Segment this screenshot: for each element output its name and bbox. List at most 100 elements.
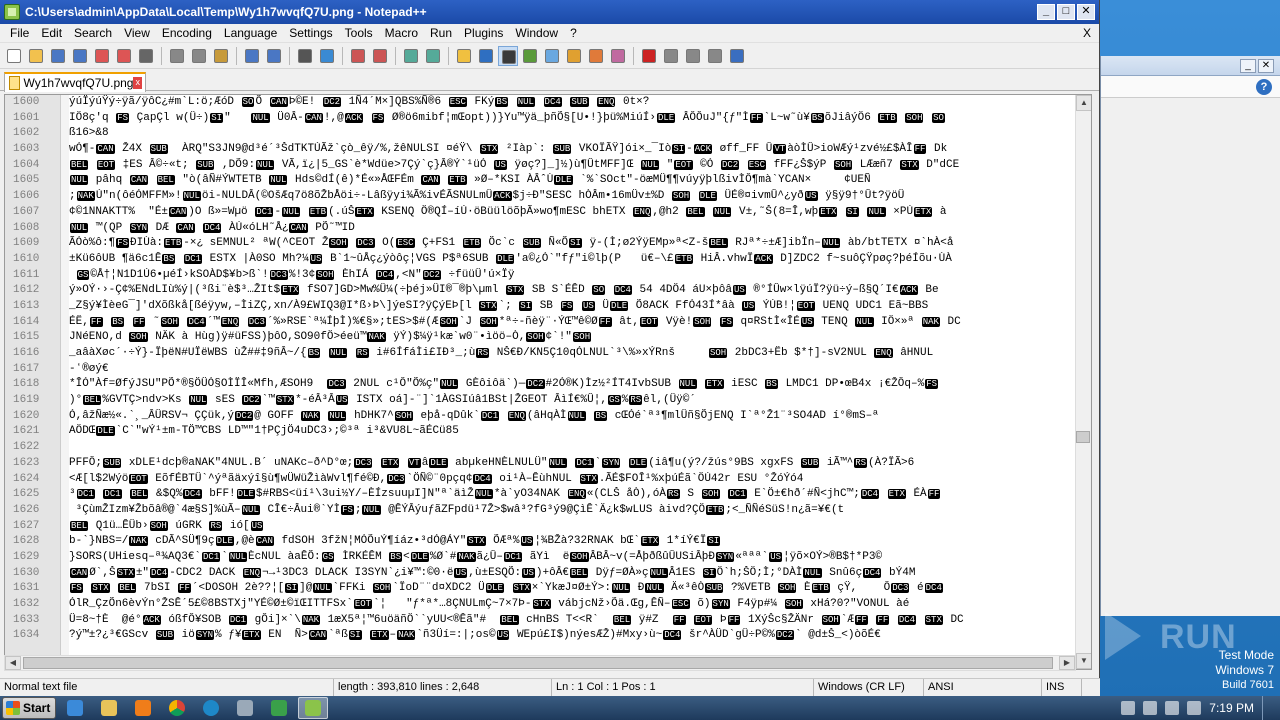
- taskbar-green-app-icon[interactable]: [264, 697, 294, 719]
- menu-run[interactable]: Run: [424, 24, 458, 43]
- play-macro-icon[interactable]: [683, 46, 703, 66]
- maximize-button[interactable]: □: [1057, 4, 1075, 20]
- taskbar-explorer-icon[interactable]: [94, 697, 124, 719]
- minimize-button[interactable]: _: [1037, 4, 1055, 20]
- cut-icon[interactable]: [167, 46, 187, 66]
- all-chars-icon[interactable]: [476, 46, 496, 66]
- notepad-plus-plus-window[interactable]: C:\Users\admin\AppData\Local\Temp\Wy1h7w…: [0, 0, 1100, 696]
- close-button[interactable]: ✕: [1077, 4, 1095, 20]
- taskbar-chrome-icon[interactable]: [162, 697, 192, 719]
- menu-file[interactable]: File: [4, 24, 35, 43]
- background-window-titlebar[interactable]: _ ✕: [1101, 56, 1280, 76]
- vertical-scroll-thumb[interactable]: [1076, 431, 1090, 443]
- function-list-icon[interactable]: [564, 46, 584, 66]
- saved-document-icon: [9, 76, 20, 90]
- close-icon[interactable]: ✕: [1258, 58, 1274, 73]
- tray-power-icon[interactable]: [1187, 701, 1202, 715]
- menu-plugins[interactable]: Plugins: [458, 24, 509, 43]
- horizontal-scroll-thumb[interactable]: [23, 657, 1053, 669]
- redo-icon[interactable]: [264, 46, 284, 66]
- monitor-icon[interactable]: [608, 46, 628, 66]
- folder-workspace-icon[interactable]: [586, 46, 606, 66]
- taskbar-ie-icon[interactable]: [60, 697, 90, 719]
- tab-document[interactable]: Wy1h7wvqfQ7U.png x: [4, 72, 146, 92]
- menu-edit[interactable]: Edit: [35, 24, 68, 43]
- sync-h-icon[interactable]: [423, 46, 443, 66]
- horizontal-scrollbar[interactable]: ◀ ▶: [4, 655, 1076, 671]
- menu-help[interactable]: ?: [564, 24, 583, 43]
- background-window[interactable]: _ ✕ ?: [1100, 56, 1280, 616]
- save-icon[interactable]: [48, 46, 68, 66]
- vertical-scrollbar[interactable]: ▲ ▼: [1075, 95, 1091, 669]
- status-encoding[interactable]: ANSI: [924, 679, 1042, 696]
- code-area[interactable]: ýúÏýúŸý÷ÿã/ÿôC¿#m`L:ö;ÆóD SO Õ CAN Þ©E! DC…: [69, 95, 1075, 669]
- tray-network-icon[interactable]: [1121, 701, 1136, 715]
- open-file-icon[interactable]: [26, 46, 46, 66]
- indent-guide-icon[interactable]: [498, 45, 518, 66]
- menu-tools[interactable]: Tools: [339, 24, 379, 43]
- tray-flag-icon[interactable]: [1165, 701, 1180, 715]
- line-number: 1614: [13, 315, 40, 328]
- scroll-down-icon[interactable]: ▼: [1076, 653, 1091, 669]
- control-char-badge: NUL: [440, 379, 459, 390]
- undo-icon[interactable]: [242, 46, 262, 66]
- control-char-badge: GS: [76, 269, 90, 280]
- close-all-icon[interactable]: [114, 46, 134, 66]
- replace-icon[interactable]: [317, 46, 337, 66]
- tray-volume-icon[interactable]: [1143, 701, 1158, 715]
- control-char-badge: NUL: [867, 206, 886, 217]
- scroll-right-icon[interactable]: ▶: [1059, 656, 1075, 670]
- control-char-badge: BEL: [70, 520, 89, 531]
- word-wrap-icon[interactable]: [454, 46, 474, 66]
- new-file-icon[interactable]: [4, 46, 24, 66]
- menu-encoding[interactable]: Encoding: [156, 24, 218, 43]
- doc-map-icon[interactable]: [542, 46, 562, 66]
- find-icon[interactable]: [295, 46, 315, 66]
- start-button[interactable]: Start: [2, 697, 56, 719]
- udl-icon[interactable]: [520, 46, 540, 66]
- status-insert-mode[interactable]: INS: [1042, 679, 1082, 696]
- taskbar-edge-icon[interactable]: [196, 697, 226, 719]
- control-char-badge: DC4: [150, 567, 169, 578]
- taskbar-notepad-plus-plus-icon[interactable]: [298, 697, 328, 719]
- menu-settings[interactable]: Settings: [283, 24, 338, 43]
- run-macro-icon[interactable]: [705, 46, 725, 66]
- paste-icon[interactable]: [211, 46, 231, 66]
- stop-macro-icon[interactable]: [661, 46, 681, 66]
- menu-macro[interactable]: Macro: [379, 24, 424, 43]
- minimize-icon[interactable]: _: [1240, 58, 1256, 73]
- help-icon[interactable]: ?: [1256, 78, 1272, 95]
- save-all-icon[interactable]: [70, 46, 90, 66]
- tab-close-button[interactable]: x: [133, 77, 142, 89]
- watermark-play-icon: [1105, 612, 1141, 660]
- record-macro-icon[interactable]: [639, 46, 659, 66]
- control-char-badge: DC1: [255, 206, 274, 217]
- control-char-badge: DLE: [236, 489, 255, 500]
- menu-language[interactable]: Language: [218, 24, 283, 43]
- taskbar-media-player-icon[interactable]: [128, 697, 158, 719]
- zoom-in-icon[interactable]: [348, 46, 368, 66]
- zoom-out-icon[interactable]: [370, 46, 390, 66]
- control-char-badge: NAK: [921, 316, 940, 327]
- text-editor[interactable]: 1600 1601 1602 1603 1604 1605 1606 1607 1608 1609…: [4, 94, 1092, 670]
- copy-icon[interactable]: [189, 46, 209, 66]
- save-macro-icon[interactable]: [727, 46, 747, 66]
- window-titlebar[interactable]: C:\Users\admin\AppData\Local\Temp\Wy1h7w…: [0, 0, 1099, 24]
- menu-search[interactable]: Search: [68, 24, 118, 43]
- taskbar-app-icon[interactable]: [230, 697, 260, 719]
- close-document-button[interactable]: X: [1083, 26, 1091, 40]
- scroll-left-icon[interactable]: ◀: [5, 656, 21, 670]
- show-desktop-button[interactable]: [1262, 696, 1272, 720]
- line-number: 1602: [13, 127, 40, 140]
- menu-view[interactable]: View: [118, 24, 156, 43]
- print-icon[interactable]: [136, 46, 156, 66]
- status-eol[interactable]: Windows (CR LF): [814, 679, 924, 696]
- taskbar-clock[interactable]: 7:19 PM: [1209, 701, 1254, 715]
- control-char-badge: FF: [913, 144, 927, 155]
- code-line: )° BEL %GVTÇ>ndv>Ks NUL sES DC2 `™ STX *-éÂ³Â…: [69, 394, 696, 407]
- sync-v-icon[interactable]: [401, 46, 421, 66]
- scroll-up-icon[interactable]: ▲: [1076, 95, 1091, 111]
- line-number: 1607: [13, 205, 40, 218]
- menu-window[interactable]: Window: [509, 24, 564, 43]
- close-icon[interactable]: [92, 46, 112, 66]
